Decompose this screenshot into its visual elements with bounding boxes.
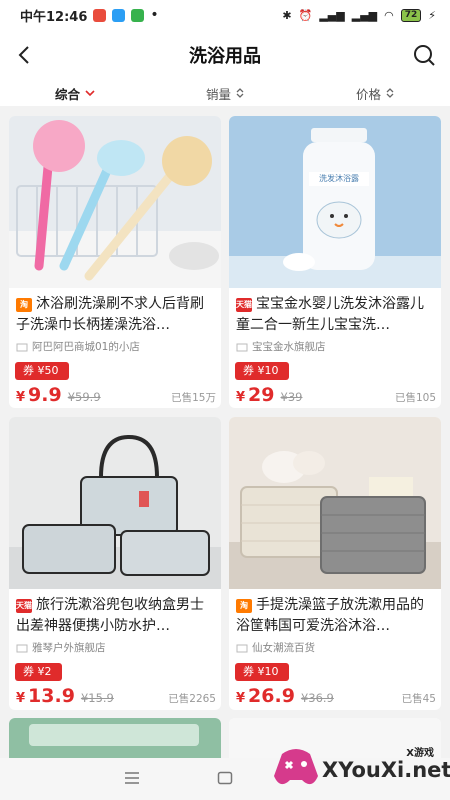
bottle-label: 洗发沐浴露 xyxy=(319,174,359,183)
home-icon[interactable] xyxy=(217,771,233,785)
coupon-badge[interactable]: 券 ¥2 xyxy=(15,663,62,681)
original-price: ¥36.9 xyxy=(300,691,334,705)
tab-label: 综合 xyxy=(54,86,80,102)
product-image-bath-baskets[interactable] xyxy=(229,417,441,589)
sold-count: 已售45 xyxy=(401,693,436,705)
tmall-badge: 天猫 xyxy=(16,599,32,613)
tab-comprehensive[interactable]: 综合 xyxy=(0,80,150,106)
price: ¥13.9 xyxy=(16,685,75,707)
sort-bar: 综合 销量 价格 xyxy=(0,80,450,106)
product-image-baby-wash[interactable]: 洗发沐浴露 xyxy=(229,116,441,288)
search-icon[interactable] xyxy=(412,43,436,67)
signal-icon: ▂▄▆ xyxy=(319,8,345,22)
sold-count: 已售15万 xyxy=(171,392,216,404)
sort-icon xyxy=(386,88,394,98)
tab-price[interactable]: 价格 xyxy=(300,80,450,106)
shop-row[interactable]: 雅琴户外旗舰店 xyxy=(16,640,106,655)
tab-label: 销量 xyxy=(205,86,231,102)
more-notifications-icon: • xyxy=(150,7,159,23)
product-card[interactable]: 天猫 旅行洗漱浴兜包收纳盒男士出差神器便携小防水护… 雅琴户外旗舰店 券 ¥2 ¥… xyxy=(9,417,221,710)
product-title[interactable]: 天猫 宝宝金水婴儿洗发沐浴露儿童二合一新生儿宝宝洗… xyxy=(236,294,436,336)
original-price: ¥59.9 xyxy=(67,390,101,404)
status-bar: 中午12:46 • ✱ ⏰ ▂▄▆ ▂▄▆ ◠ 72 ⚡ xyxy=(0,0,450,30)
product-image-partial[interactable] xyxy=(9,718,221,758)
alarm-icon: ⏰ xyxy=(298,8,313,22)
battery-icon: 72 xyxy=(400,8,422,22)
sort-icon xyxy=(236,88,244,98)
shop-icon xyxy=(16,644,28,653)
watermark: X游戏 XYouXi.net xyxy=(272,742,450,794)
tmall-badge: 天猫 xyxy=(236,298,252,312)
product-card-partial[interactable] xyxy=(9,718,221,758)
chat-notification-icon xyxy=(112,8,126,22)
watermark-logo-icon xyxy=(274,749,318,785)
price: ¥9.9 xyxy=(16,384,62,406)
original-price: ¥39 xyxy=(280,390,303,404)
signal-2-icon: ▂▄▆ xyxy=(351,8,378,22)
sold-count: 已售105 xyxy=(394,392,436,404)
sold-count: 已售2265 xyxy=(168,693,216,705)
product-card[interactable]: 淘手提洗澡篮子放洗漱用品的浴筐韩国可爱洗浴沐浴… 仙女潮流百货 券 ¥10 ¥2… xyxy=(229,417,441,710)
product-image-travel-bags[interactable] xyxy=(9,417,221,589)
product-title[interactable]: 淘手提洗澡篮子放洗漱用品的浴筐韩国可爱洗浴沐浴… xyxy=(236,595,436,637)
wifi-icon: ◠ xyxy=(384,8,394,22)
price-row: ¥29 ¥39 已售105 xyxy=(236,384,436,408)
coupon-badge[interactable]: 券 ¥50 xyxy=(15,362,69,380)
shop-icon xyxy=(236,343,248,352)
shop-name: 宝宝金水旗舰店 xyxy=(252,341,326,353)
original-price: ¥15.9 xyxy=(80,691,114,705)
shop-name: 仙女潮流百货 xyxy=(252,642,315,654)
download-notification-icon xyxy=(131,8,145,22)
back-icon[interactable] xyxy=(14,44,36,66)
taobao-badge: 淘 xyxy=(16,298,32,312)
menu-icon[interactable] xyxy=(124,771,140,785)
app-notification-icon xyxy=(93,8,107,22)
tab-sales[interactable]: 销量 xyxy=(150,80,300,106)
price: ¥26.9 xyxy=(236,685,295,707)
product-card[interactable]: 淘沐浴刷洗澡刷不求人后背刷子洗澡巾长柄搓澡洗浴… 阿巴阿巴商城01的小店 券 ¥… xyxy=(9,116,221,408)
shop-icon xyxy=(236,644,248,653)
product-title[interactable]: 淘沐浴刷洗澡刷不求人后背刷子洗澡巾长柄搓澡洗浴… xyxy=(16,294,216,336)
watermark-small-text: X游戏 xyxy=(406,748,434,759)
price-row: ¥9.9 ¥59.9 已售15万 xyxy=(16,384,216,408)
product-image-bath-brushes[interactable] xyxy=(9,116,221,288)
product-title[interactable]: 天猫 旅行洗漱浴兜包收纳盒男士出差神器便携小防水护… xyxy=(16,595,216,637)
price: ¥29 xyxy=(236,384,275,406)
coupon-badge[interactable]: 券 ¥10 xyxy=(235,663,289,681)
tab-label: 价格 xyxy=(355,86,381,102)
price-row: ¥13.9 ¥15.9 已售2265 xyxy=(16,685,216,709)
taobao-badge: 淘 xyxy=(236,599,252,613)
charging-icon: ⚡ xyxy=(428,8,436,22)
shop-row[interactable]: 阿巴阿巴商城01的小店 xyxy=(16,339,140,354)
shop-row[interactable]: 宝宝金水旗舰店 xyxy=(236,339,326,354)
price-row: ¥26.9 ¥36.9 已售45 xyxy=(236,685,436,709)
chevron-down-icon xyxy=(85,90,95,97)
shop-name: 雅琴户外旗舰店 xyxy=(32,642,106,654)
shop-name: 阿巴阿巴商城01的小店 xyxy=(32,341,140,353)
shop-row[interactable]: 仙女潮流百货 xyxy=(236,640,315,655)
header: 洗浴用品 xyxy=(0,30,450,80)
coupon-badge[interactable]: 券 ¥10 xyxy=(235,362,289,380)
page-title: 洗浴用品 xyxy=(189,46,261,67)
product-card[interactable]: 洗发沐浴露 天猫 宝宝金水婴儿洗发沐浴露儿童二合一新生儿宝宝洗… 宝宝金水旗舰店 … xyxy=(229,116,441,408)
status-time: 中午12:46 xyxy=(20,9,88,25)
watermark-text: XYouXi.net xyxy=(322,758,450,782)
bluetooth-icon: ✱ xyxy=(282,8,292,22)
shop-icon xyxy=(16,343,28,352)
